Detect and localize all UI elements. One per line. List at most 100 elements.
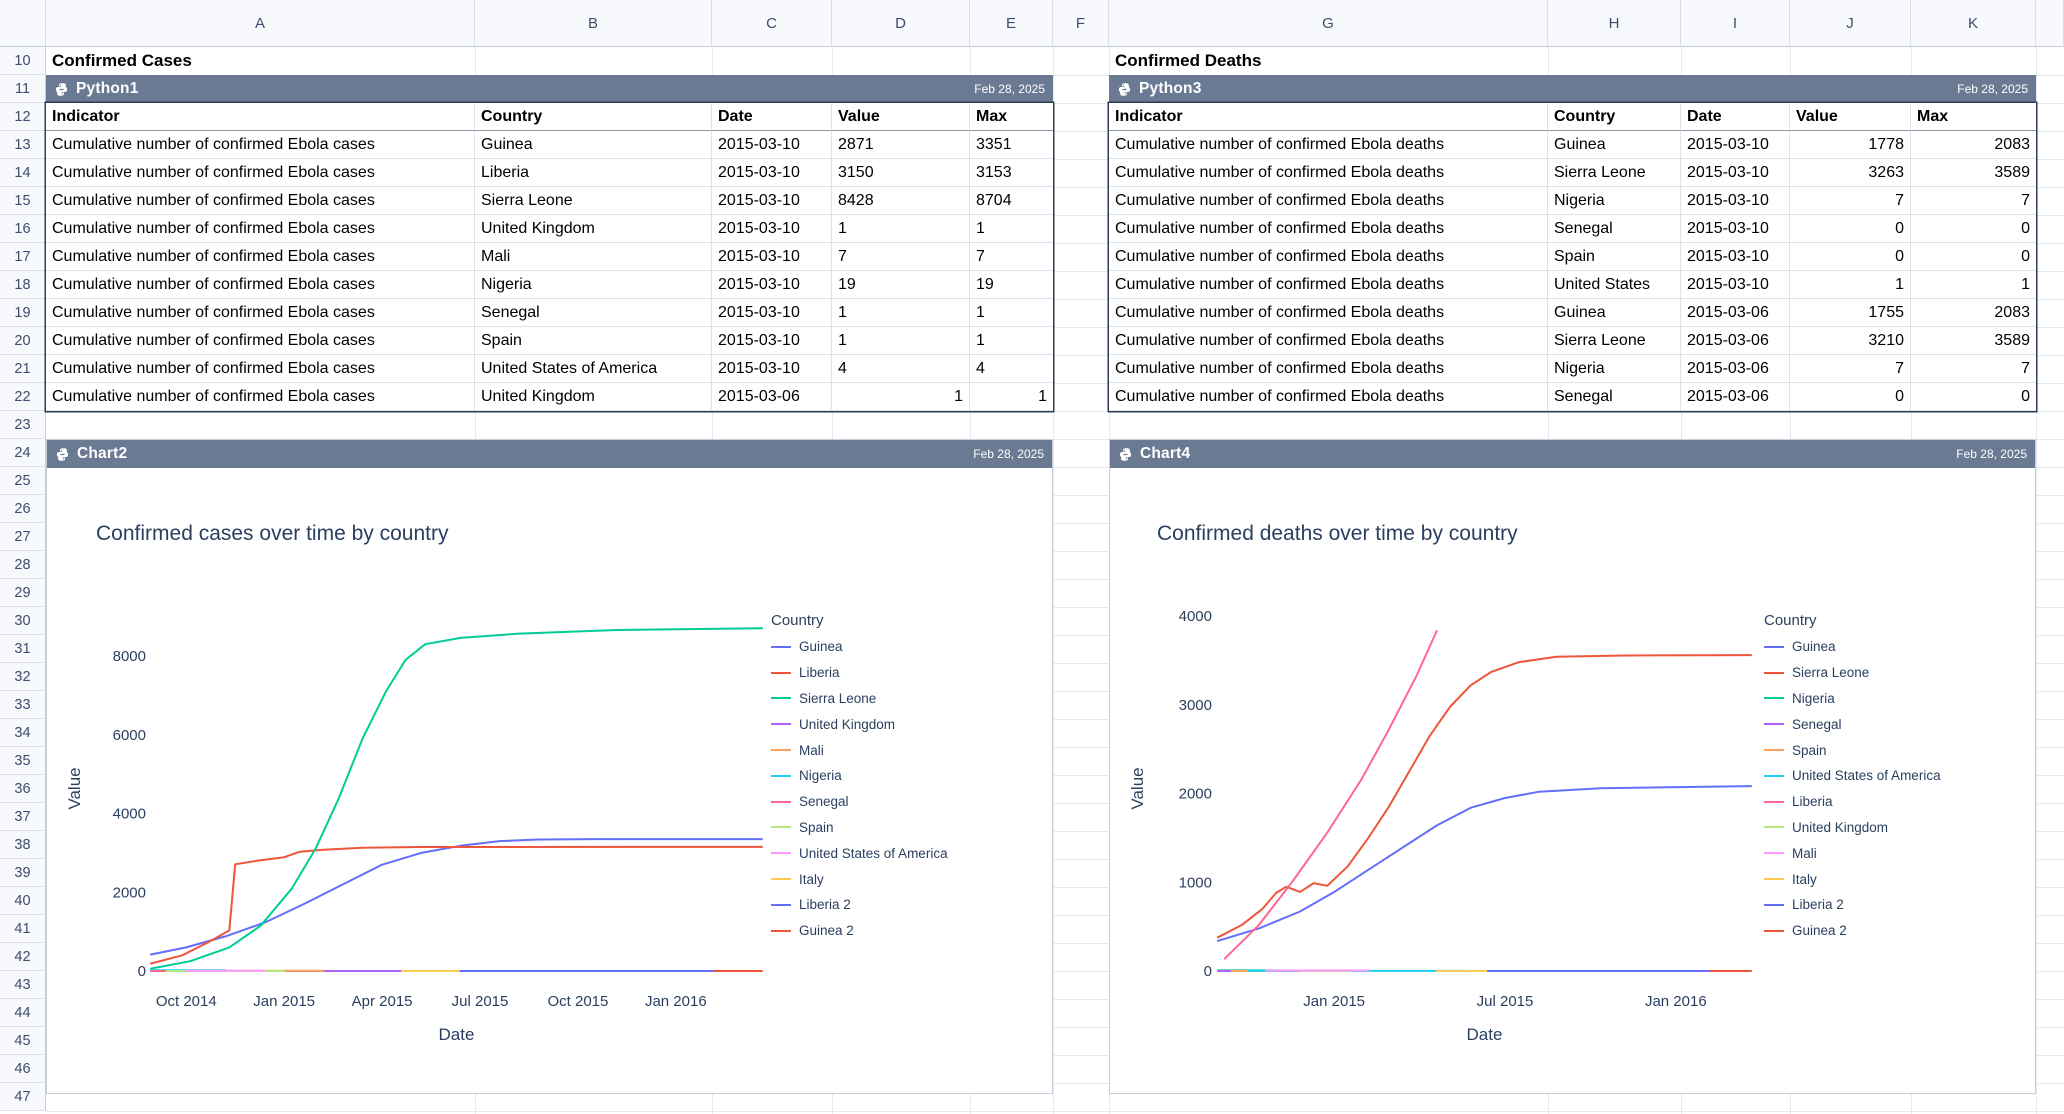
row-header-14[interactable]: 14 — [0, 159, 46, 187]
row-header-25[interactable]: 25 — [0, 467, 46, 495]
cases-chart[interactable]: Confirmed cases over time by country0200… — [47, 468, 1052, 1093]
table-cell[interactable]: 19 — [832, 271, 970, 299]
row-header-43[interactable]: 43 — [0, 971, 46, 999]
row-header-31[interactable]: 31 — [0, 635, 46, 663]
row-header-20[interactable]: 20 — [0, 327, 46, 355]
row-header-28[interactable]: 28 — [0, 551, 46, 579]
table-cell[interactable]: Guinea — [1548, 131, 1681, 159]
table-cell[interactable]: Guinea — [1548, 299, 1681, 327]
table-cell[interactable]: Cumulative number of confirmed Ebola cas… — [46, 299, 475, 327]
table-cell[interactable]: Nigeria — [1548, 187, 1681, 215]
cases-section-title[interactable]: Confirmed Cases — [46, 47, 481, 75]
row-header-23[interactable]: 23 — [0, 411, 46, 439]
row-header-10[interactable]: 10 — [0, 47, 46, 75]
table-cell[interactable]: 2015-03-10 — [712, 159, 832, 187]
table-cell[interactable]: Sierra Leone — [1548, 159, 1681, 187]
table-cell[interactable]: 8428 — [832, 187, 970, 215]
table-cell[interactable]: 2015-03-06 — [712, 383, 832, 411]
row-header-11[interactable]: 11 — [0, 75, 46, 103]
row-header-13[interactable]: 13 — [0, 131, 46, 159]
table-cell[interactable]: 0 — [1911, 243, 2036, 271]
table-cell[interactable]: 1 — [832, 299, 970, 327]
table-cell[interactable]: 2015-03-06 — [1681, 327, 1790, 355]
table-cell[interactable]: 7 — [832, 243, 970, 271]
table-cell[interactable]: 1 — [832, 327, 970, 355]
table-cell[interactable]: 0 — [1911, 383, 2036, 411]
column-header-H[interactable]: H — [1548, 0, 1681, 47]
table-cell[interactable]: United Kingdom — [475, 215, 712, 243]
table-cell[interactable]: United States — [1548, 271, 1681, 299]
table-cell[interactable]: Cumulative number of confirmed Ebola dea… — [1109, 131, 1548, 159]
column-header-G[interactable]: G — [1109, 0, 1548, 47]
row-header-46[interactable]: 46 — [0, 1055, 46, 1083]
column-header-E[interactable]: E — [970, 0, 1053, 47]
table-cell[interactable]: United States of America — [475, 355, 712, 383]
row-header-35[interactable]: 35 — [0, 747, 46, 775]
table-cell[interactable]: Cumulative number of confirmed Ebola cas… — [46, 243, 475, 271]
table-cell[interactable]: 7 — [1911, 187, 2036, 215]
row-header-38[interactable]: 38 — [0, 831, 46, 859]
row-header-40[interactable]: 40 — [0, 887, 46, 915]
table-header-date[interactable]: Date — [712, 103, 832, 131]
table-header-indicator[interactable]: Indicator — [1109, 103, 1548, 131]
table-cell[interactable]: 2015-03-10 — [712, 187, 832, 215]
table-cell[interactable]: Cumulative number of confirmed Ebola cas… — [46, 187, 475, 215]
column-header-D[interactable]: D — [832, 0, 970, 47]
column-header-partial[interactable] — [2036, 0, 2064, 47]
row-header-15[interactable]: 15 — [0, 187, 46, 215]
python3-header-bar[interactable]: Python3 Feb 28, 2025 — [1109, 75, 2036, 103]
table-header-value[interactable]: Value — [1790, 103, 1911, 131]
table-cell[interactable]: Senegal — [1548, 383, 1681, 411]
table-cell[interactable]: 1 — [1911, 271, 2036, 299]
row-header-33[interactable]: 33 — [0, 691, 46, 719]
table-cell[interactable]: 1755 — [1790, 299, 1911, 327]
table-cell[interactable]: Senegal — [475, 299, 712, 327]
table-cell[interactable]: 1 — [1790, 271, 1911, 299]
python1-header-bar[interactable]: Python1 Feb 28, 2025 — [46, 75, 1053, 103]
table-cell[interactable]: Cumulative number of confirmed Ebola cas… — [46, 271, 475, 299]
row-header-30[interactable]: 30 — [0, 607, 46, 635]
table-cell[interactable]: 2015-03-06 — [1681, 383, 1790, 411]
table-cell[interactable]: 1 — [832, 383, 970, 411]
table-cell[interactable]: 7 — [970, 243, 1053, 271]
row-header-47[interactable]: 47 — [0, 1083, 46, 1111]
column-header-A[interactable]: A — [46, 0, 475, 47]
table-header-max[interactable]: Max — [970, 103, 1053, 131]
table-cell[interactable]: 1 — [970, 299, 1053, 327]
row-header-17[interactable]: 17 — [0, 243, 46, 271]
column-header-F[interactable]: F — [1053, 0, 1109, 47]
table-cell[interactable]: 7 — [1790, 355, 1911, 383]
row-header-21[interactable]: 21 — [0, 355, 46, 383]
table-cell[interactable]: Cumulative number of confirmed Ebola cas… — [46, 215, 475, 243]
deaths-chart[interactable]: Confirmed deaths over time by country010… — [1110, 468, 2035, 1093]
table-cell[interactable]: 2015-03-10 — [712, 355, 832, 383]
row-header-44[interactable]: 44 — [0, 999, 46, 1027]
table-cell[interactable]: 0 — [1790, 243, 1911, 271]
table-cell[interactable]: 2015-03-10 — [712, 215, 832, 243]
table-cell[interactable]: Cumulative number of confirmed Ebola dea… — [1109, 271, 1548, 299]
table-cell[interactable]: 1 — [970, 327, 1053, 355]
table-cell[interactable]: Nigeria — [1548, 355, 1681, 383]
row-header-37[interactable]: 37 — [0, 803, 46, 831]
select-all-corner[interactable] — [0, 0, 46, 47]
table-cell[interactable]: 0 — [1790, 215, 1911, 243]
table-cell[interactable]: 3153 — [970, 159, 1053, 187]
row-header-42[interactable]: 42 — [0, 943, 46, 971]
table-cell[interactable]: 19 — [970, 271, 1053, 299]
table-cell[interactable]: 7 — [1790, 187, 1911, 215]
column-header-K[interactable]: K — [1911, 0, 2036, 47]
column-header-B[interactable]: B — [475, 0, 712, 47]
table-cell[interactable]: 4 — [970, 355, 1053, 383]
row-header-36[interactable]: 36 — [0, 775, 46, 803]
table-cell[interactable]: 2015-03-10 — [712, 243, 832, 271]
row-header-39[interactable]: 39 — [0, 859, 46, 887]
table-cell[interactable]: 2015-03-06 — [1681, 299, 1790, 327]
table-cell[interactable]: United Kingdom — [475, 383, 712, 411]
column-header-J[interactable]: J — [1790, 0, 1911, 47]
table-cell[interactable]: Cumulative number of confirmed Ebola cas… — [46, 355, 475, 383]
table-cell[interactable]: 0 — [1911, 215, 2036, 243]
chart4-card[interactable]: Chart4 Feb 28, 2025 Confirmed deaths ove… — [1109, 439, 2036, 1094]
table-cell[interactable]: Cumulative number of confirmed Ebola dea… — [1109, 355, 1548, 383]
table-cell[interactable]: Guinea — [475, 131, 712, 159]
table-cell[interactable]: 4 — [832, 355, 970, 383]
